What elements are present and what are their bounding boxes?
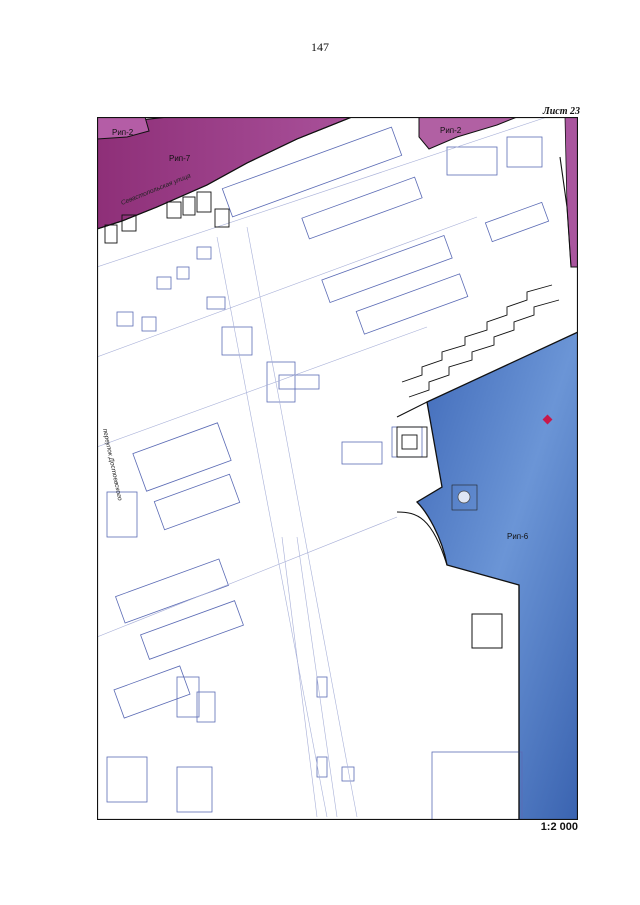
page-number: 147 [311, 40, 329, 54]
building-in-zone [471, 613, 503, 649]
zone-label-rip-7: Рип-7 [169, 154, 191, 163]
zone-label-rip-2-top: Рип-2 [440, 126, 462, 135]
map-frame: Рип-2 Рип-7 Рип-2 Рип-6 Севастопольская … [97, 117, 578, 820]
zone-label-rip-2-left: Рип-2 [112, 128, 134, 137]
scale-label: 1:2 000 [540, 821, 578, 833]
sheet-label: Лист 23 [542, 106, 580, 117]
map-canvas: Рип-2 Рип-7 Рип-2 Рип-6 Севастопольская … [97, 117, 578, 820]
round-structure [457, 490, 471, 504]
zone-label-rip-6: Рип-6 [507, 532, 529, 541]
